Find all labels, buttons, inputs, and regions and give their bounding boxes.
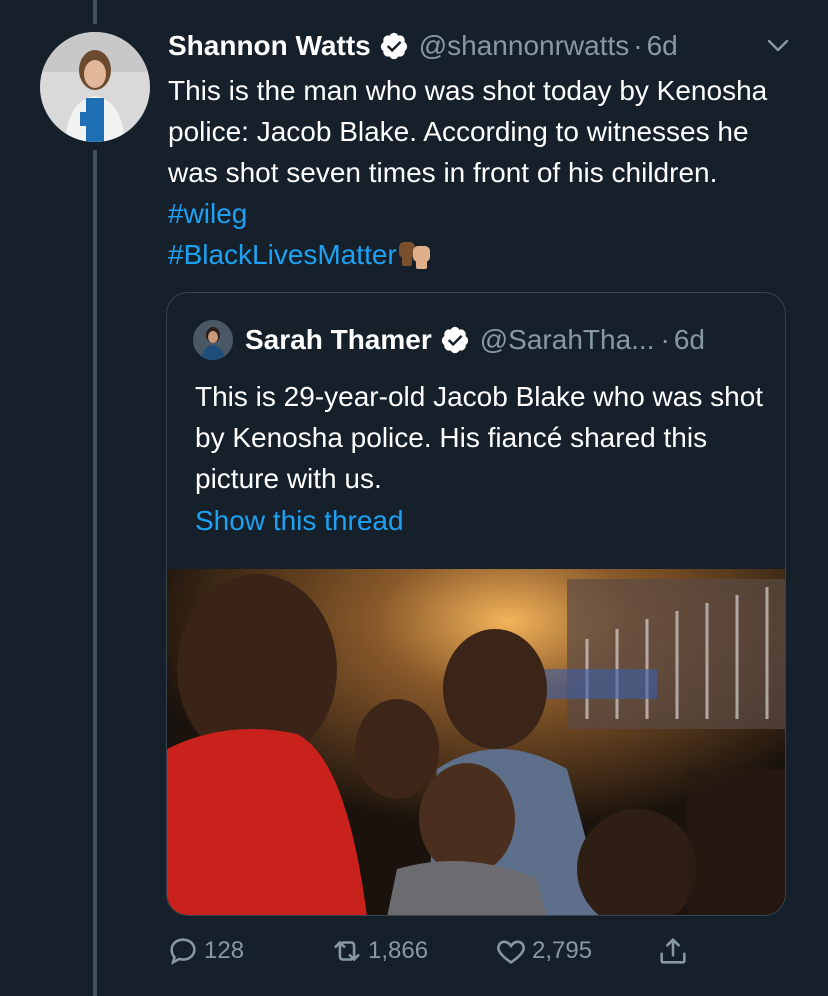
heart-icon	[497, 940, 525, 964]
reply-count: 128	[204, 937, 245, 964]
verified-badge-icon	[379, 31, 409, 61]
quoted-author-avatar	[193, 320, 233, 360]
raised-fists-emoji-icon	[397, 238, 433, 270]
tweet-body: This is the man who was shot today by Ke…	[168, 75, 768, 188]
reply-icon	[170, 938, 196, 965]
retweet-button[interactable]: 1,866	[330, 934, 428, 968]
hashtag-blacklivesmatter[interactable]: #BlackLivesMatter	[168, 239, 397, 270]
quoted-author-handle: @SarahTha...	[479, 324, 655, 355]
author-name[interactable]: Shannon Watts	[168, 30, 371, 62]
quoted-tweet-card[interactable]: Sarah Thamer @SarahTha... · 6d This is 2…	[166, 292, 786, 916]
show-thread-link[interactable]: Show this thread	[195, 505, 404, 537]
retweet-count: 1,866	[368, 937, 429, 964]
author-handle[interactable]: @shannonrwatts	[419, 30, 630, 62]
quoted-tweet-header: Sarah Thamer @SarahTha... · 6d	[193, 319, 705, 361]
tweet-text: This is the man who was shot today by Ke…	[168, 70, 798, 275]
like-button[interactable]: 2,795	[494, 934, 592, 968]
quoted-time-separator: ·	[660, 324, 670, 355]
author-avatar[interactable]	[40, 32, 150, 142]
quoted-author-name: Sarah Thamer	[245, 324, 432, 355]
share-button[interactable]	[656, 934, 690, 968]
verified-badge-icon	[440, 325, 470, 355]
tweet-time[interactable]: 6d	[647, 30, 678, 62]
quoted-tweet-time: 6d	[673, 324, 705, 355]
chevron-down-icon[interactable]	[764, 32, 792, 60]
like-count: 2,795	[532, 937, 593, 964]
thread-line-top	[93, 0, 97, 24]
thread-line-bottom	[93, 150, 97, 996]
tweet-actions: 128 1,866 2,795	[0, 934, 828, 974]
quoted-tweet-text: This is 29-year-old Jacob Blake who was …	[195, 381, 764, 494]
retweet-icon	[334, 941, 360, 961]
hashtag-wileg[interactable]: #wileg	[168, 198, 247, 229]
share-icon	[660, 938, 686, 964]
reply-button[interactable]: 128	[166, 934, 244, 968]
time-separator: ·	[633, 30, 643, 61]
quoted-tweet-photo[interactable]	[167, 569, 785, 915]
tweet-header: Shannon Watts @shannonrwatts · 6d	[168, 24, 678, 68]
